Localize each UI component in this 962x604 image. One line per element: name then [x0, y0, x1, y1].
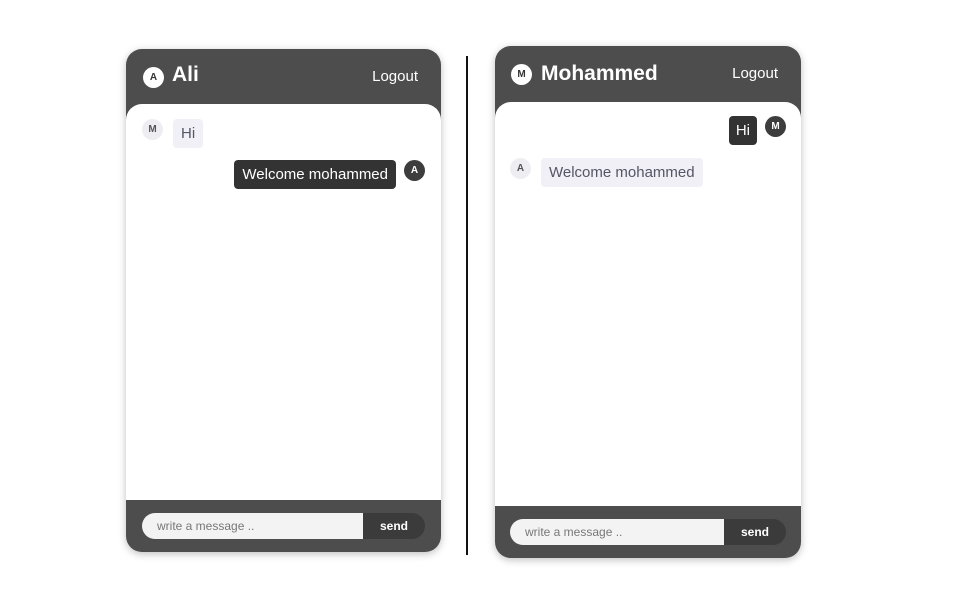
user-name: Ali	[172, 63, 199, 86]
chat-header: A Ali Logout	[126, 49, 441, 109]
logout-button[interactable]: Logout	[732, 65, 778, 82]
sender-avatar: A	[510, 158, 531, 179]
logout-button[interactable]: Logout	[372, 68, 418, 85]
message-bubble: Welcome mohammed	[541, 158, 703, 187]
message-row-outgoing: Welcome mohammed A	[234, 160, 425, 189]
user-name: Mohammed	[541, 62, 658, 85]
message-composer: send	[495, 506, 801, 558]
message-list: Hi M A Welcome mohammed	[495, 102, 801, 506]
message-row-outgoing: Hi M	[728, 116, 786, 145]
message-input[interactable]	[142, 513, 363, 539]
chat-window-ali: A Ali Logout M Hi Welcome mohammed A sen…	[126, 49, 441, 552]
message-list: M Hi Welcome mohammed A	[126, 104, 441, 500]
send-button[interactable]: send	[363, 513, 425, 539]
sender-avatar: M	[765, 116, 786, 137]
user-avatar: M	[511, 64, 532, 85]
message-composer: send	[126, 500, 441, 552]
message-row-incoming: A Welcome mohammed	[510, 158, 703, 187]
chat-header: M Mohammed Logout	[495, 46, 801, 106]
chat-window-mohammed: M Mohammed Logout Hi M A Welcome mohamme…	[495, 46, 801, 558]
divider-line	[466, 56, 468, 555]
composer-bar: send	[510, 519, 786, 545]
message-bubble: Hi	[728, 116, 757, 145]
send-button[interactable]: send	[724, 519, 786, 545]
message-bubble: Welcome mohammed	[234, 160, 396, 189]
message-bubble: Hi	[173, 119, 204, 148]
composer-bar: send	[142, 513, 425, 539]
message-row-incoming: M Hi	[142, 119, 204, 148]
message-input[interactable]	[510, 519, 724, 545]
user-avatar: A	[143, 67, 164, 88]
sender-avatar: M	[142, 119, 163, 140]
sender-avatar: A	[404, 160, 425, 181]
